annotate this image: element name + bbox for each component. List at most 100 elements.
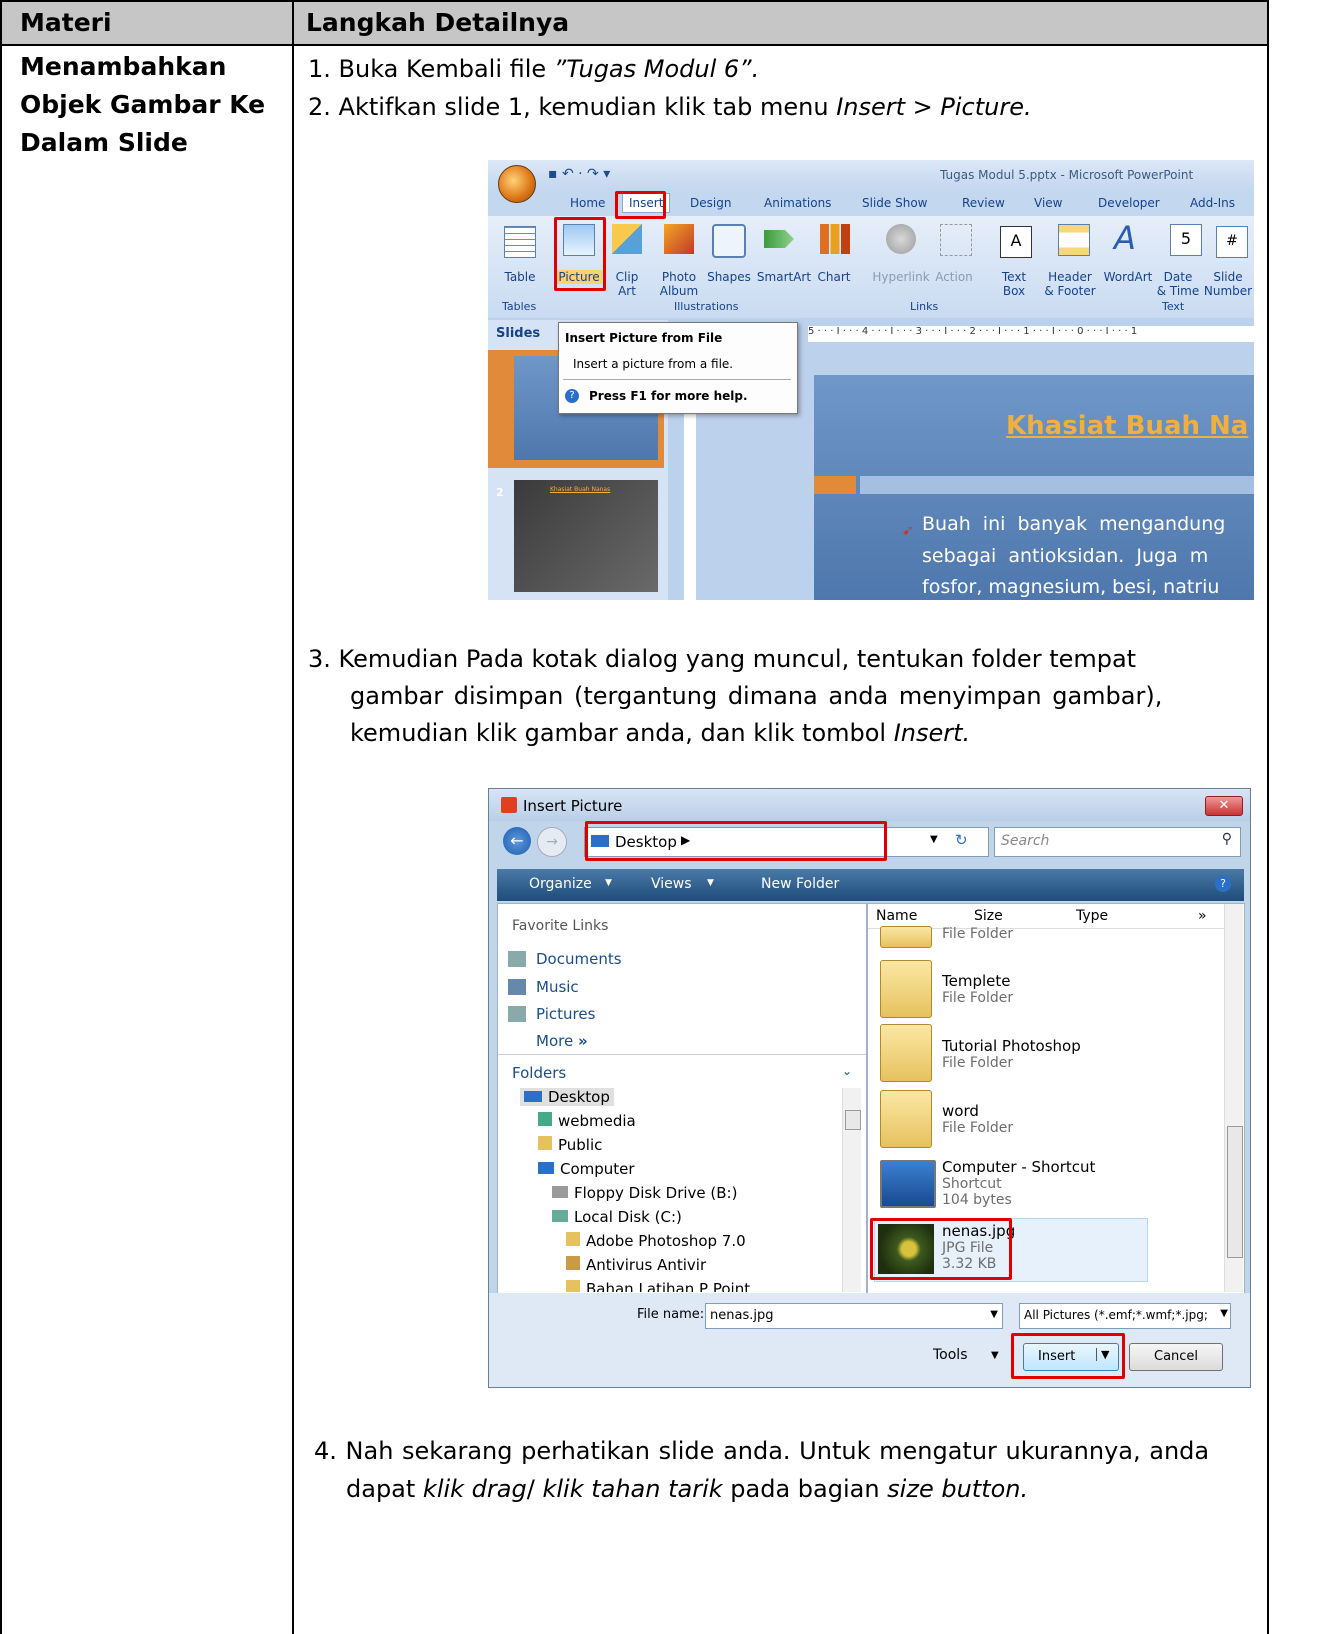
forward-button[interactable]: → bbox=[537, 827, 567, 857]
dialog-title: Insert Picture bbox=[523, 797, 623, 815]
tab-design[interactable]: Design bbox=[690, 196, 731, 210]
tab-developer[interactable]: Developer bbox=[1098, 196, 1160, 210]
slide-number-button[interactable]: Slide Number bbox=[1202, 270, 1254, 298]
tree-computer[interactable]: Computer bbox=[538, 1160, 635, 1178]
column-type[interactable]: Type bbox=[1076, 908, 1108, 924]
smartart-icon bbox=[764, 230, 794, 248]
file-name-input[interactable]: nenas.jpg ▼ bbox=[705, 1303, 1003, 1329]
tree-scrollbar-thumb[interactable] bbox=[845, 1110, 861, 1130]
favorite-documents[interactable]: Documents bbox=[536, 950, 622, 968]
close-icon[interactable]: ✕ bbox=[1205, 796, 1243, 816]
tree-scrollbar[interactable] bbox=[842, 1088, 861, 1292]
text-box-button[interactable]: Text Box bbox=[996, 270, 1032, 298]
column-name[interactable]: Name bbox=[876, 908, 917, 924]
slides-tab[interactable]: Slides bbox=[496, 326, 540, 341]
folders-collapse-icon[interactable]: ⌄ bbox=[842, 1064, 852, 1078]
tab-view[interactable]: View bbox=[1034, 196, 1062, 210]
file-item-computer-shortcut[interactable]: Computer - Shortcut Shortcut 104 bytes bbox=[942, 1158, 1095, 1208]
tree-local-disk[interactable]: Local Disk (C:) bbox=[552, 1208, 682, 1226]
tree-floppy[interactable]: Floppy Disk Drive (B:) bbox=[552, 1184, 737, 1202]
cancel-button-label: Cancel bbox=[1154, 1349, 1199, 1364]
tab-review[interactable]: Review bbox=[962, 196, 1005, 210]
file-name-label: File name: bbox=[637, 1307, 705, 1322]
search-icon: ⚲ bbox=[1221, 831, 1232, 847]
tools-button[interactable]: Tools bbox=[933, 1347, 968, 1363]
slide-editor[interactable]: Khasiat Buah Na ➹ Buah ini banyak mengan… bbox=[814, 375, 1254, 600]
photo-album-button[interactable]: Photo Album bbox=[654, 270, 704, 298]
tab-slide-show[interactable]: Slide Show bbox=[862, 196, 927, 210]
dialog-bottom-bar: File name: nenas.jpg ▼ All Pictures (*.e… bbox=[489, 1293, 1250, 1387]
new-folder-button[interactable]: New Folder bbox=[761, 876, 839, 892]
tab-home[interactable]: Home bbox=[570, 196, 605, 210]
folders-header[interactable]: Folders bbox=[512, 1064, 566, 1082]
file-item-word[interactable]: word File Folder bbox=[942, 1102, 1013, 1136]
views-button[interactable]: Views bbox=[651, 876, 692, 892]
photo-album-icon bbox=[664, 224, 694, 254]
tab-animations[interactable]: Animations bbox=[764, 196, 831, 210]
office-button[interactable] bbox=[498, 165, 536, 203]
hyperlink-button[interactable]: Hyperlink bbox=[870, 270, 932, 284]
tree-bahan-latihan-icon bbox=[566, 1280, 580, 1292]
ruler-horizontal: 5 · · · I · · · 4 · · · I · · · 3 · · · … bbox=[808, 326, 1254, 342]
more-link[interactable]: More » bbox=[536, 1032, 588, 1050]
file-item-tutorial-photoshop[interactable]: Tutorial Photoshop File Folder bbox=[942, 1037, 1081, 1071]
header-footer-button[interactable]: Header & Footer bbox=[1040, 270, 1100, 298]
tooltip-title: Insert Picture from File bbox=[565, 331, 723, 345]
music-icon bbox=[508, 979, 526, 995]
tree-webmedia[interactable]: webmedia bbox=[538, 1112, 636, 1130]
file-item-templete[interactable]: Templete File Folder bbox=[942, 972, 1013, 1006]
organize-button[interactable]: Organize bbox=[529, 876, 592, 892]
date-time-button[interactable]: Date & Time bbox=[1156, 270, 1200, 298]
favorite-pictures[interactable]: Pictures bbox=[536, 1005, 595, 1023]
tree-desktop[interactable]: Desktop bbox=[520, 1088, 614, 1106]
more-label: More bbox=[536, 1032, 574, 1050]
action-button[interactable]: Action bbox=[932, 270, 976, 284]
tree-desktop-label: Desktop bbox=[548, 1088, 610, 1106]
address-dropdown-icon[interactable]: ▼ bbox=[930, 834, 938, 845]
folders-divider bbox=[498, 1054, 866, 1055]
file-item-templete-name: Templete bbox=[942, 972, 1011, 990]
column-size[interactable]: Size bbox=[974, 908, 1003, 924]
cancel-button[interactable]: Cancel bbox=[1129, 1343, 1223, 1371]
tree-bahan-latihan[interactable]: Bahan Latihan P Point bbox=[566, 1280, 750, 1292]
file-scrollbar-thumb[interactable] bbox=[1227, 1126, 1243, 1258]
tools-dropdown-icon[interactable]: ▼ bbox=[991, 1350, 999, 1361]
slide-thumb-2[interactable]: Khasiat Buah Nanas bbox=[514, 480, 658, 592]
chart-button[interactable]: Chart bbox=[814, 270, 854, 284]
slide-thumb-2-number: 2 bbox=[496, 486, 504, 499]
table-button[interactable]: Table bbox=[500, 270, 540, 284]
clip-art-button[interactable]: Clip Art bbox=[610, 270, 644, 298]
more-columns-icon[interactable]: » bbox=[1198, 908, 1207, 924]
tree-adobe-photoshop-icon bbox=[566, 1232, 580, 1246]
folder-icon bbox=[880, 960, 932, 1018]
folder-icon bbox=[880, 1090, 932, 1148]
dialog-app-icon bbox=[501, 797, 517, 813]
refresh-icon[interactable]: ↻ bbox=[955, 831, 968, 849]
shapes-button[interactable]: Shapes bbox=[706, 270, 752, 284]
tree-desktop-icon bbox=[524, 1091, 542, 1102]
dialog-toolbar: Organize ▼ Views ▼ New Folder ? bbox=[497, 869, 1244, 901]
tree-antivirus[interactable]: Antivirus Antivir bbox=[566, 1256, 706, 1274]
step-4-text-c: / bbox=[526, 1475, 543, 1503]
views-dropdown-icon: ▼ bbox=[707, 878, 714, 888]
file-scrollbar[interactable] bbox=[1224, 904, 1243, 1292]
file-name-dropdown-icon[interactable]: ▼ bbox=[990, 1309, 998, 1320]
tree-webmedia-label: webmedia bbox=[558, 1112, 636, 1130]
tooltip-description: Insert a picture from a file. bbox=[573, 357, 734, 371]
slide-heading: Khasiat Buah Na bbox=[1006, 411, 1249, 441]
tab-add-ins[interactable]: Add-Ins bbox=[1190, 196, 1235, 210]
step-3-text: kemudian klik gambar anda, dan klik tomb… bbox=[350, 719, 894, 747]
tree-public[interactable]: Public bbox=[538, 1136, 602, 1154]
tree-adobe-photoshop[interactable]: Adobe Photoshop 7.0 bbox=[566, 1232, 746, 1250]
step-4-text-e: pada bagian bbox=[722, 1475, 888, 1503]
file-type-select[interactable]: All Pictures (*.emf;*.wmf;*.jpg; ▼ bbox=[1019, 1303, 1231, 1329]
favorite-music[interactable]: Music bbox=[536, 978, 579, 996]
step-4-italic-b: klik drag bbox=[422, 1475, 527, 1503]
wordart-button[interactable]: WordArt bbox=[1100, 270, 1156, 284]
file-item-0[interactable]: File Folder bbox=[942, 926, 1013, 942]
back-button[interactable]: ← bbox=[503, 827, 531, 855]
smartart-button[interactable]: SmartArt bbox=[754, 270, 814, 284]
quick-access-toolbar: ▪ ↶ · ↷ ▾ bbox=[548, 166, 611, 182]
search-input[interactable]: Search ⚲ bbox=[994, 827, 1241, 857]
help-icon[interactable]: ? bbox=[1215, 876, 1231, 892]
